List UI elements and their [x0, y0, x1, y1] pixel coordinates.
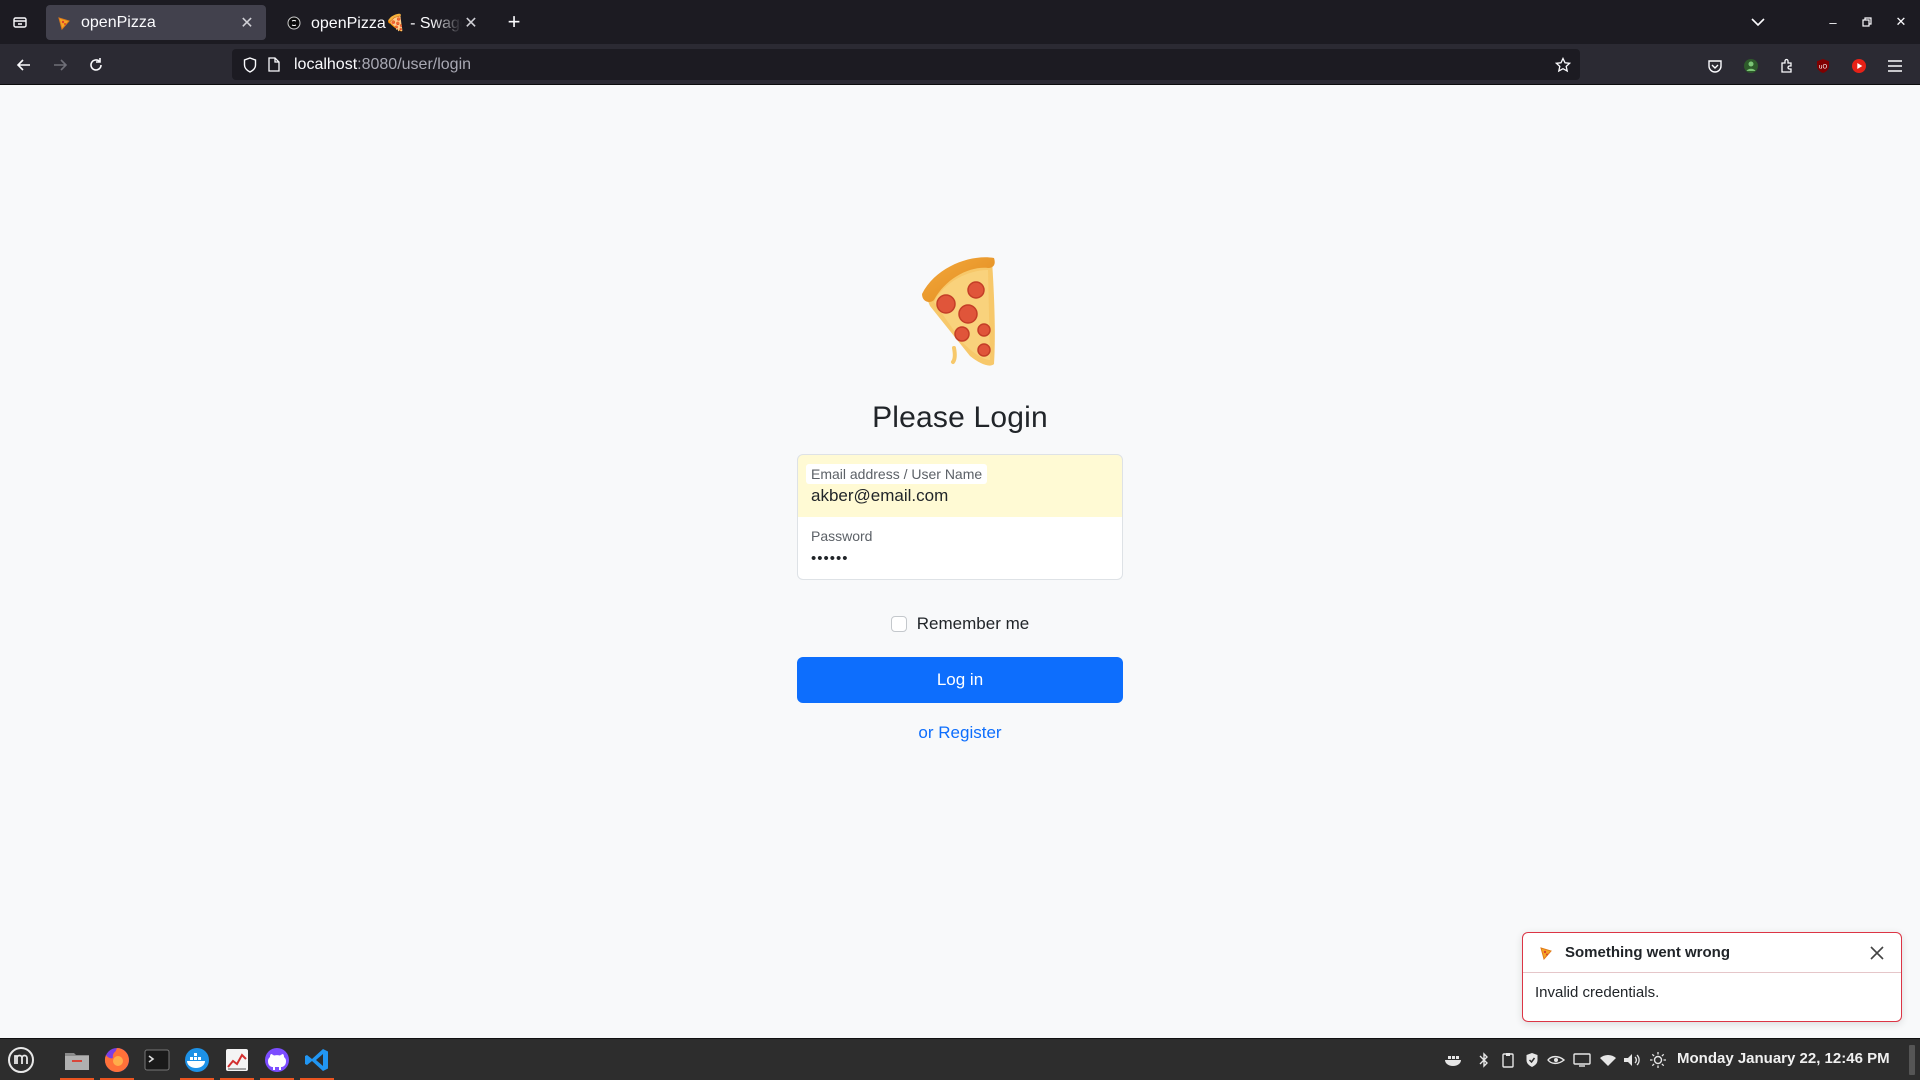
swagger-icon: [286, 15, 302, 31]
toast-title: Something went wrong: [1565, 944, 1730, 961]
vscode-icon[interactable]: [298, 1039, 336, 1080]
page-content: Please Login Email address / User Name P…: [0, 86, 1920, 1038]
credentials-group: Email address / User Name Password: [797, 454, 1123, 580]
docker-icon[interactable]: [178, 1039, 216, 1080]
toast-message: Invalid credentials.: [1535, 984, 1660, 1001]
docker-tray-icon[interactable]: [1444, 1050, 1464, 1070]
close-tab-icon[interactable]: ✕: [238, 14, 256, 32]
display-icon[interactable]: [1572, 1050, 1592, 1070]
clipboard-icon[interactable]: [1498, 1050, 1518, 1070]
volume-icon[interactable]: [1622, 1050, 1642, 1070]
list-all-tabs-icon[interactable]: [8, 10, 32, 34]
bookmark-star-icon[interactable]: [1554, 56, 1572, 74]
wifi-icon[interactable]: [1598, 1050, 1618, 1070]
email-label: Email address / User Name: [806, 464, 988, 484]
tab-swagger[interactable]: openPizza🍕 - Swagger UI ✕: [276, 5, 490, 40]
reload-icon[interactable]: [83, 52, 109, 78]
pizza-icon: [1537, 944, 1555, 962]
pizza-logo-icon: [797, 252, 1123, 370]
extensions-puzzle-icon[interactable]: [1777, 56, 1797, 76]
nvidia-icon[interactable]: [1546, 1050, 1566, 1070]
remember-me-checkbox[interactable]: [890, 616, 907, 632]
ublock-origin-icon[interactable]: uO: [1813, 56, 1833, 76]
close-icon[interactable]: [1867, 943, 1887, 963]
minimize-icon[interactable]: –: [1823, 12, 1843, 32]
chart-app-icon[interactable]: [218, 1039, 256, 1080]
chevron-down-icon[interactable]: [1748, 12, 1768, 32]
close-window-icon[interactable]: ✕: [1891, 12, 1911, 32]
tab-title: openPizza: [81, 13, 156, 31]
password-label: Password: [811, 528, 873, 544]
account-avatar-icon[interactable]: [1741, 56, 1761, 76]
show-desktop-button[interactable]: [1909, 1045, 1915, 1075]
error-toast: Something went wrong Invalid credentials…: [1522, 932, 1902, 1022]
taskbar: Monday January 22, 12:46 PM: [0, 1038, 1920, 1080]
github-icon[interactable]: [258, 1039, 296, 1080]
page-info-icon[interactable]: [266, 57, 282, 73]
hamburger-menu-icon[interactable]: [1885, 56, 1905, 76]
password-field: Password: [797, 517, 1123, 580]
page-title: Please Login: [872, 401, 1048, 434]
email-field: Email address / User Name: [797, 454, 1123, 518]
remember-me-row: Remember me: [797, 614, 1123, 634]
pizza-icon: [56, 15, 72, 31]
tab-title: openPizza🍕 - Swagger UI: [311, 14, 462, 32]
browser-nav-bar: localhost:8080/user/login uO: [0, 44, 1920, 85]
url-text[interactable]: localhost:8080/user/login: [294, 56, 471, 74]
brightness-icon[interactable]: [1648, 1050, 1668, 1070]
toast-header: Something went wrong: [1523, 933, 1901, 973]
shield-icon[interactable]: [242, 56, 258, 73]
forward-arrow-icon[interactable]: [47, 52, 73, 78]
firefox-icon[interactable]: [98, 1039, 136, 1080]
close-tab-icon[interactable]: ✕: [462, 14, 480, 32]
shield-tray-icon[interactable]: [1522, 1050, 1542, 1070]
restore-icon[interactable]: [1857, 12, 1877, 32]
bluetooth-icon[interactable]: [1474, 1050, 1494, 1070]
url-host: localhost: [294, 55, 358, 73]
password-input[interactable]: [811, 550, 1111, 567]
url-bar[interactable]: localhost:8080/user/login: [232, 49, 1580, 80]
email-input[interactable]: [811, 486, 1111, 506]
tab-openpizza[interactable]: openPizza ✕: [46, 5, 266, 40]
remember-me-label[interactable]: Remember me: [917, 614, 1029, 634]
pocket-icon[interactable]: [1705, 56, 1725, 76]
browser-tab-strip: openPizza ✕ openPizza🍕 - Swagger UI ✕ + …: [0, 0, 1920, 44]
register-link[interactable]: or Register: [797, 723, 1123, 743]
terminal-icon[interactable]: [138, 1039, 176, 1080]
url-path: :8080/user/login: [357, 55, 472, 73]
login-button[interactable]: Log in: [797, 657, 1123, 703]
mint-menu-icon[interactable]: [2, 1039, 40, 1080]
files-folder-icon[interactable]: [58, 1039, 96, 1080]
login-form: Please Login Email address / User Name P…: [797, 252, 1123, 743]
new-tab-plus-icon[interactable]: +: [502, 9, 526, 34]
youtube-icon[interactable]: [1849, 56, 1869, 76]
taskbar-clock[interactable]: Monday January 22, 12:46 PM: [1677, 1050, 1890, 1067]
svg-text:uO: uO: [1819, 64, 1828, 71]
back-arrow-icon[interactable]: [11, 52, 37, 78]
